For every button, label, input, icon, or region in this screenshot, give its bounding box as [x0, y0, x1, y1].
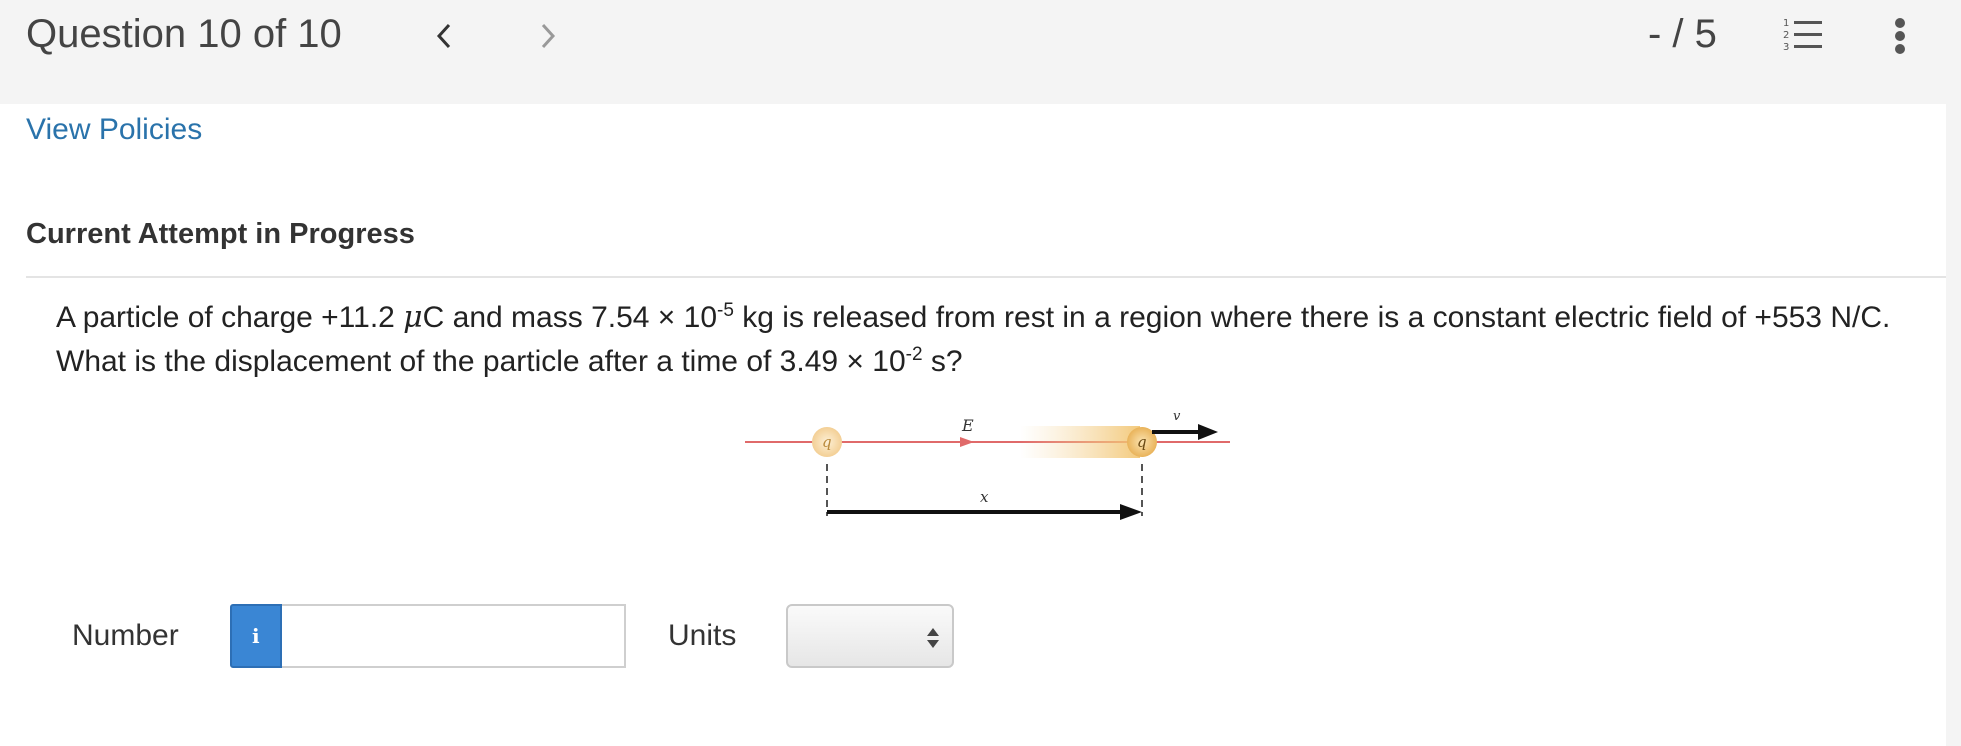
- chevron-right-icon: [541, 23, 556, 49]
- units-label: Units: [668, 619, 737, 652]
- field-arrow: [960, 437, 974, 447]
- number-input[interactable]: [282, 604, 626, 668]
- charge-label-final: q: [1137, 433, 1147, 451]
- question-text: A particle of charge +11.2 μC and mass 7…: [56, 300, 1891, 378]
- section-divider: [26, 276, 1946, 278]
- motion-trail: [1020, 426, 1140, 458]
- velocity-label: v: [1173, 409, 1181, 424]
- number-label: Number: [72, 619, 179, 652]
- question-list-button[interactable]: 1 2 3: [1782, 16, 1824, 54]
- info-icon: i: [252, 624, 260, 648]
- more-options-button[interactable]: [1880, 14, 1920, 58]
- chevron-left-icon: [436, 23, 451, 49]
- question-panel: View Policies Current Attempt in Progres…: [0, 104, 1946, 746]
- svg-text:1: 1: [1783, 18, 1789, 29]
- physics-diagram: E q q v x: [740, 404, 1240, 534]
- numbered-list-icon: 1 2 3: [1783, 18, 1822, 53]
- top-bar: Question 10 of 10 - / 5 1 2 3: [0, 0, 1961, 104]
- question-counter: Question 10 of 10: [26, 12, 342, 56]
- displacement-label: x: [980, 488, 989, 506]
- previous-question-button[interactable]: [424, 14, 464, 58]
- view-policies-link[interactable]: View Policies: [26, 110, 202, 150]
- field-label: E: [961, 416, 974, 435]
- svg-text:2: 2: [1783, 30, 1789, 41]
- up-down-arrows-icon: [927, 628, 939, 648]
- units-select[interactable]: [786, 604, 954, 668]
- svg-text:i: i: [252, 624, 260, 648]
- vertical-ellipsis-icon: [1895, 18, 1905, 54]
- charge-field-diagram: E q q v x: [745, 409, 1230, 520]
- score-display: - / 5: [1648, 12, 1717, 56]
- info-button[interactable]: i: [230, 604, 282, 668]
- next-question-button[interactable]: [528, 14, 568, 58]
- svg-text:3: 3: [1783, 42, 1789, 53]
- charge-label-initial: q: [822, 433, 832, 451]
- attempt-heading: Current Attempt in Progress: [26, 218, 415, 250]
